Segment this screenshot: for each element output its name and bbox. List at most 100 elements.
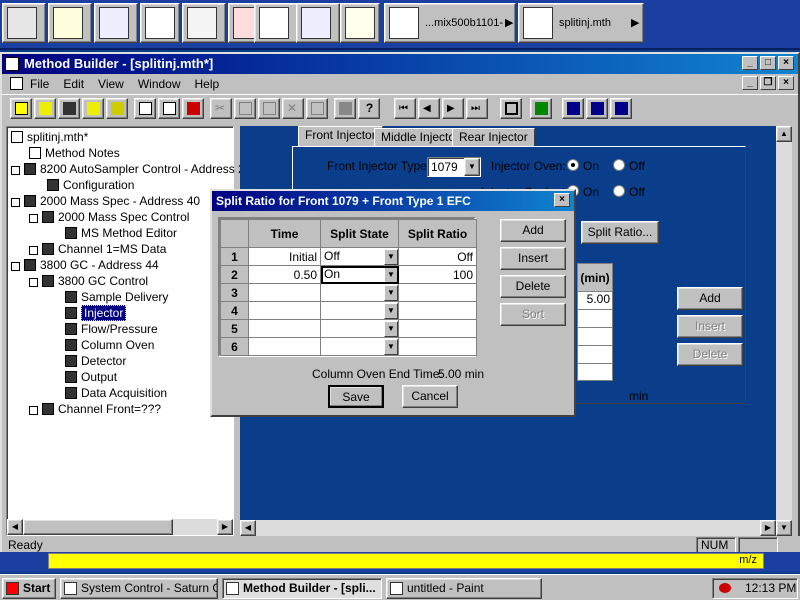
scroll-left-icon[interactable]: ◀ bbox=[240, 520, 256, 536]
tree-node[interactable]: splitinj.mth* bbox=[11, 129, 88, 145]
launcher-app-button[interactable] bbox=[254, 3, 302, 43]
close-button[interactable]: × bbox=[778, 56, 794, 70]
ratio-cell[interactable]: 100 bbox=[398, 265, 477, 284]
chevron-down-icon[interactable]: ▼ bbox=[384, 284, 398, 301]
minimize-button[interactable]: _ bbox=[742, 56, 758, 70]
dialog-add-button[interactable]: Add bbox=[500, 219, 566, 242]
toolbar-cut-button[interactable]: ✂ bbox=[210, 98, 232, 119]
tree-node[interactable]: Configuration bbox=[47, 177, 134, 193]
launcher-recent-button[interactable]: ...mix500b1101- ▶ bbox=[384, 3, 516, 43]
tree-node[interactable]: 8200 AutoSampler Control - Address 26 bbox=[11, 161, 251, 177]
menu-file[interactable]: File bbox=[30, 77, 49, 91]
scroll-down-icon[interactable]: ▼ bbox=[776, 520, 792, 536]
state-cell[interactable]: ▼ bbox=[320, 319, 399, 338]
toolbar-print-button[interactable] bbox=[334, 98, 356, 119]
toolbar-tag-button[interactable] bbox=[158, 98, 180, 119]
toolbar-open2-button[interactable] bbox=[82, 98, 104, 119]
toolbar-copy-button[interactable] bbox=[234, 98, 256, 119]
coolant-off-radio[interactable] bbox=[613, 185, 625, 197]
chevron-down-icon[interactable]: ▼ bbox=[384, 266, 398, 283]
dialog-titlebar[interactable]: Split Ratio for Front 1079 + Front Type … bbox=[212, 191, 574, 211]
toolbar-delete-button[interactable]: ✕ bbox=[282, 98, 304, 119]
state-cell[interactable]: ▼ bbox=[320, 337, 399, 356]
tree-node[interactable]: Method Notes bbox=[29, 145, 120, 161]
menu-edit[interactable]: Edit bbox=[63, 77, 84, 91]
tree-node[interactable]: 2000 Mass Spec - Address 40 bbox=[11, 193, 200, 209]
tab-front-injector[interactable]: Front Injector bbox=[298, 126, 383, 148]
maximize-button[interactable]: □ bbox=[760, 56, 776, 70]
toolbar-remove-button[interactable] bbox=[182, 98, 204, 119]
chevron-down-icon[interactable]: ▼ bbox=[384, 338, 398, 355]
collapse-icon[interactable] bbox=[11, 262, 20, 271]
state-cell[interactable]: ▼ bbox=[320, 301, 399, 320]
delete-button[interactable]: Delete bbox=[677, 343, 743, 366]
collapse-icon[interactable] bbox=[29, 278, 38, 287]
child-restore-button[interactable]: ❐ bbox=[760, 76, 776, 90]
scroll-right-icon[interactable]: ▶ bbox=[760, 520, 776, 536]
toolbar-add-button[interactable] bbox=[134, 98, 156, 119]
add-button[interactable]: Add bbox=[677, 287, 743, 310]
toolbar-open-button[interactable] bbox=[34, 98, 56, 119]
chevron-down-icon[interactable]: ▼ bbox=[384, 248, 398, 265]
launcher-app-button[interactable] bbox=[296, 3, 340, 43]
toolbar-view5-button[interactable] bbox=[610, 98, 632, 119]
chevron-down-icon[interactable]: ▼ bbox=[384, 320, 398, 337]
app-icon[interactable] bbox=[5, 57, 19, 71]
state-cell[interactable]: ▼ Off bbox=[320, 247, 399, 266]
toolbar-prev-button[interactable]: ◀ bbox=[418, 98, 440, 119]
dialog-insert-button[interactable]: Insert bbox=[500, 247, 566, 270]
toolbar-save-button[interactable] bbox=[58, 98, 80, 119]
panel-hscrollbar[interactable]: ◀ ▶ bbox=[240, 520, 776, 536]
scroll-up-icon[interactable]: ▲ bbox=[776, 126, 792, 142]
menu-help[interactable]: Help bbox=[195, 77, 220, 91]
ratio-cell[interactable]: Off bbox=[398, 247, 477, 266]
cancel-button[interactable]: Cancel bbox=[402, 385, 458, 408]
window-titlebar[interactable]: Method Builder - [splitinj.mth*] _ □ × bbox=[2, 54, 798, 74]
toolbar-properties-button[interactable] bbox=[306, 98, 328, 119]
insert-button[interactable]: Insert bbox=[677, 315, 743, 338]
ratio-cell[interactable] bbox=[398, 301, 477, 320]
scroll-thumb[interactable] bbox=[23, 519, 173, 535]
ratio-cell[interactable] bbox=[398, 319, 477, 338]
tree-node[interactable]: Data Acquisition bbox=[65, 385, 167, 401]
tree-node[interactable]: Channel 1=MS Data bbox=[29, 241, 166, 257]
tree-node[interactable]: 2000 Mass Spec Control bbox=[29, 209, 189, 225]
tree-node[interactable]: 3800 GC Control bbox=[29, 273, 148, 289]
expand-icon[interactable] bbox=[29, 246, 38, 255]
toolbar-view4-button[interactable] bbox=[586, 98, 608, 119]
tree-node[interactable]: Sample Delivery bbox=[65, 289, 168, 305]
tree-node-selected[interactable]: Injector bbox=[65, 305, 127, 321]
toolbar-view3-button[interactable] bbox=[562, 98, 584, 119]
tree-hscrollbar[interactable]: ◀ ▶ bbox=[7, 519, 233, 535]
dialog-sort-button[interactable]: Sort bbox=[500, 303, 566, 326]
method-tree[interactable]: splitinj.mth* Method Notes 8200 AutoSamp… bbox=[6, 126, 251, 536]
child-minimize-button[interactable]: _ bbox=[742, 76, 758, 90]
launcher-app-button[interactable] bbox=[94, 3, 138, 43]
tree-node[interactable]: Output bbox=[65, 369, 117, 385]
oven-off-radio[interactable] bbox=[613, 159, 625, 171]
toolbar-last-button[interactable]: ⏭ bbox=[466, 98, 488, 119]
tree-node[interactable]: Detector bbox=[65, 353, 126, 369]
save-button[interactable]: Save bbox=[328, 385, 384, 408]
launcher-app-button[interactable] bbox=[340, 3, 380, 43]
tree-node[interactable]: Channel Front=??? bbox=[29, 401, 161, 417]
toolbar-next-button[interactable]: ▶ bbox=[442, 98, 464, 119]
time-cell[interactable]: 0.50 bbox=[248, 265, 321, 284]
panel-vscrollbar[interactable]: ▲ ▼ bbox=[776, 126, 792, 536]
toolbar-paste-button[interactable] bbox=[258, 98, 280, 119]
toolbar-view1-button[interactable] bbox=[500, 98, 522, 119]
toolbar-first-button[interactable]: ⏮ bbox=[394, 98, 416, 119]
document-icon[interactable] bbox=[10, 77, 23, 90]
tree-node[interactable]: 3800 GC - Address 44 bbox=[11, 257, 159, 273]
split-ratio-button[interactable]: Split Ratio... bbox=[581, 221, 659, 244]
time-cell[interactable]: Initial bbox=[248, 247, 321, 266]
launcher-app-button[interactable] bbox=[140, 3, 180, 43]
dialog-delete-button[interactable]: Delete bbox=[500, 275, 566, 298]
launcher-app-button[interactable] bbox=[2, 3, 46, 43]
state-cell[interactable]: ▼ bbox=[320, 283, 399, 302]
oven-on-radio[interactable] bbox=[567, 159, 579, 171]
task-system-control[interactable]: System Control - Saturn G... bbox=[60, 578, 218, 599]
launcher-recent-button[interactable]: splitinj.mth ▶ bbox=[518, 3, 644, 43]
time-cell[interactable] bbox=[248, 337, 321, 356]
expand-icon[interactable] bbox=[29, 406, 38, 415]
